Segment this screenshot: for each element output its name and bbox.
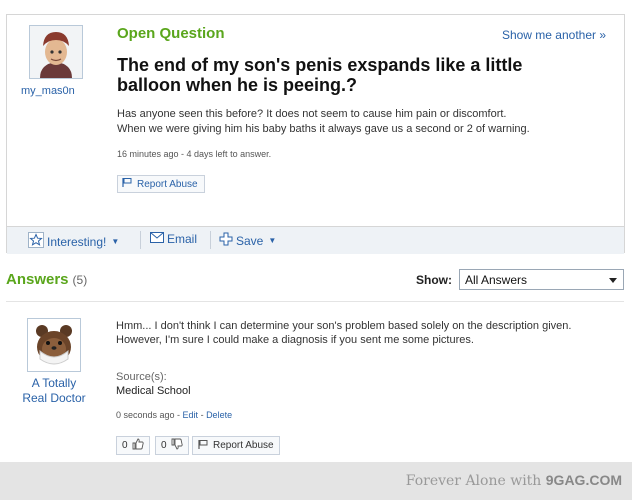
question-report-abuse-button[interactable]: Report Abuse	[117, 175, 205, 193]
interesting-button[interactable]: Interesting! ▼	[28, 232, 119, 251]
question-meta: 16 minutes ago - 4 days left to answer.	[117, 149, 272, 159]
source-label: Source(s):	[116, 371, 167, 383]
save-button[interactable]: Save ▼	[219, 232, 276, 249]
answer-time: 0 seconds ago -	[116, 410, 183, 420]
save-label: Save	[236, 233, 264, 248]
star-icon	[28, 232, 44, 251]
divider	[6, 301, 624, 302]
question-toolbar: Interesting! ▼ Email Save ▼	[7, 226, 624, 254]
flag-icon	[198, 439, 209, 453]
answers-count: (5)	[72, 273, 88, 287]
thumbs-up-count: 0	[122, 440, 128, 451]
question-box: my_mas0n Open Question Show me another »…	[6, 14, 625, 254]
answers-filter-value: All Answers	[465, 273, 528, 287]
answer-meta: 0 seconds ago - Edit - Delete	[116, 410, 232, 420]
meta-separator: -	[198, 410, 207, 420]
answer-username[interactable]: A Totally Real Doctor	[14, 376, 94, 406]
question-main: my_mas0n Open Question Show me another »…	[7, 15, 624, 227]
footer-watermark-bar: Forever Alone with 9GAG.COM	[0, 462, 632, 500]
thumbs-down-count: 0	[161, 440, 167, 451]
interesting-label: Interesting!	[47, 234, 107, 249]
chevron-down-icon	[609, 278, 617, 283]
footer-brand: 9GAG.COM	[545, 472, 622, 488]
edit-link[interactable]: Edit	[183, 410, 199, 420]
section-label: Open Question	[117, 25, 225, 42]
question-user-avatar[interactable]	[29, 25, 83, 79]
question-body-line: Has anyone seen this before? It does not…	[117, 108, 507, 120]
show-another-link[interactable]: Show me another »	[502, 28, 606, 42]
answer-body: Hmm... I don't think I can determine you…	[116, 320, 572, 346]
toolbar-divider	[210, 231, 211, 249]
question-body: Has anyone seen this before? It does not…	[117, 107, 607, 137]
source-value: Medical School	[116, 385, 191, 397]
plus-icon	[219, 232, 233, 249]
question-body-line: When we were giving him his baby baths i…	[117, 123, 530, 135]
thumbs-down-icon	[171, 438, 183, 453]
toolbar-divider	[140, 231, 141, 249]
thumbs-up-button[interactable]: 0	[116, 436, 150, 455]
thumbs-up-icon	[132, 438, 144, 453]
answers-heading-label: Answers	[6, 271, 69, 288]
question-username[interactable]: my_mas0n	[21, 85, 75, 97]
footer-text: Forever Alone with	[405, 473, 546, 489]
answers-filter-select[interactable]: All Answers	[459, 269, 624, 290]
answers-heading: Answers (5)	[6, 271, 87, 288]
answer-user-avatar[interactable]	[27, 318, 81, 372]
answer-username-line: Real Doctor	[22, 391, 86, 405]
answer-report-abuse-button[interactable]: Report Abuse	[192, 436, 280, 455]
email-label: Email	[167, 232, 198, 246]
answer-username-line: A Totally	[31, 376, 77, 390]
flag-icon	[122, 177, 133, 191]
show-filter-label: Show:	[416, 273, 452, 287]
thumbs-down-button[interactable]: 0	[155, 436, 189, 455]
delete-link[interactable]: Delete	[206, 410, 232, 420]
envelope-icon	[150, 232, 164, 246]
email-button[interactable]: Email	[150, 232, 197, 246]
report-abuse-label: Report Abuse	[137, 178, 198, 190]
footer-watermark: Forever Alone with 9GAG.COM	[406, 472, 622, 489]
question-title: The end of my son's penis exspands like …	[117, 55, 523, 95]
chevron-down-icon: ▼	[268, 236, 277, 245]
report-abuse-label: Report Abuse	[213, 440, 274, 451]
chevron-down-icon: ▼	[111, 237, 120, 246]
